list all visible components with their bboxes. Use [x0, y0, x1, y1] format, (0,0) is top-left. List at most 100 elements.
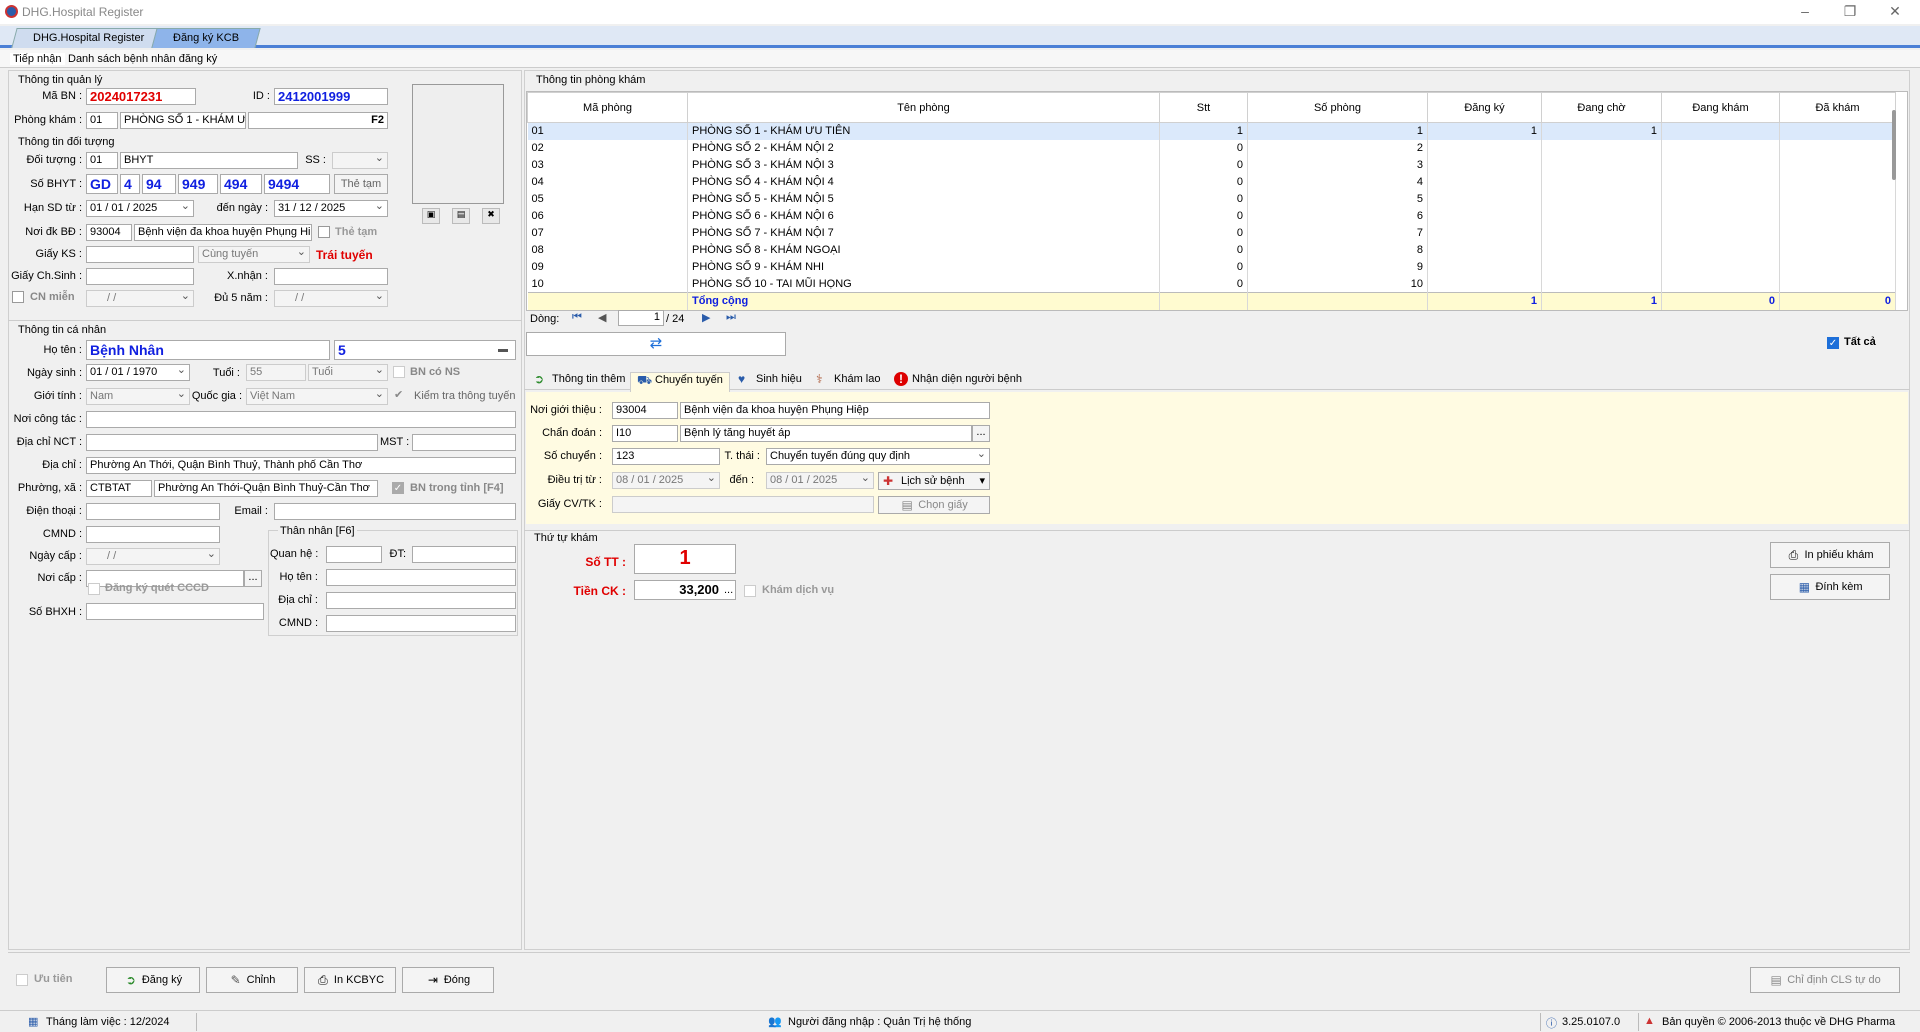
bn-co-ns-checkbox[interactable] [393, 366, 405, 378]
dinh-kem-button[interactable]: ▦ Đính kèm [1770, 574, 1890, 600]
dong-button[interactable]: ⇥ Đóng [402, 967, 494, 993]
dang-ky-button[interactable]: ➲ Đăng ký [106, 967, 200, 993]
delete-image-icon[interactable]: ✖ [482, 208, 500, 224]
noi-gt-code[interactable]: 93004 [612, 402, 678, 419]
tthai-select[interactable]: Chuyển tuyến đúng quy định [766, 448, 990, 465]
tab-danh-sach[interactable]: Danh sách bệnh nhân đăng ký [68, 53, 217, 65]
han-from-date[interactable]: 01 / 01 / 2025 [86, 200, 194, 217]
table-row[interactable]: 06 PHÒNG SỐ 6 - KHÁM NỘI 606 [527, 207, 1896, 225]
bhyt-part-5[interactable]: 494 [220, 174, 262, 194]
tab-nhan-dien[interactable]: ! Nhận diện người bệnh [894, 372, 1022, 392]
mst-field[interactable] [412, 434, 516, 451]
tab-hospital-register[interactable]: DHG.Hospital Register [11, 28, 166, 48]
giay-ks-field[interactable] [86, 246, 194, 263]
phong-search-field[interactable]: F2 [248, 112, 388, 129]
cmnd-field[interactable] [86, 526, 220, 543]
grid-header-3[interactable]: Số phòng [1247, 92, 1428, 123]
table-row[interactable]: 02 PHÒNG SỐ 2 - KHÁM NỘI 202 [527, 139, 1896, 157]
keyboard-icon[interactable]: ▬ [498, 344, 512, 356]
giay-chsinh-field[interactable] [86, 268, 194, 285]
tn-cmnd-field[interactable] [326, 615, 516, 632]
phuong-code-field[interactable]: CTBTAT [86, 480, 152, 497]
tab-thong-tin-them[interactable]: ➲ Thông tin thêm [534, 372, 625, 392]
so-bhxh-field[interactable] [86, 603, 264, 620]
grid-header-0[interactable]: Mã phòng [527, 92, 688, 123]
tien-ck-field[interactable]: 33,200 [634, 580, 736, 600]
han-to-date[interactable]: 31 / 12 / 2025 [274, 200, 388, 217]
tab-sinh-hieu[interactable]: ♥ Sinh hiệu [738, 372, 802, 392]
ss-select[interactable] [332, 152, 388, 169]
noi-dk-name[interactable]: Bệnh viện đa khoa huyện Phụng Hiệ [134, 224, 312, 241]
id-field[interactable]: 2412001999 [274, 88, 388, 105]
table-row[interactable]: 10 PHÒNG SỐ 10 - TAI MŨI HỌNG 0 10 [527, 275, 1896, 293]
table-row[interactable]: 07 PHÒNG SỐ 7 - KHÁM NỘI 707 [527, 224, 1896, 242]
tn-dt-field[interactable] [412, 546, 516, 563]
tuyen-select[interactable]: Cùng tuyến [198, 246, 310, 263]
cn-mien-checkbox[interactable] [12, 291, 24, 303]
uu-tien-checkbox[interactable] [16, 974, 28, 986]
tat-ca-checkbox[interactable]: ✓ [1827, 337, 1839, 349]
lich-su-dropdown-icon[interactable]: ▾ [979, 473, 985, 489]
table-row[interactable]: 05 PHÒNG SỐ 5 - KHÁM NỘI 505 [527, 190, 1896, 208]
bhyt-part-6[interactable]: 9494 [264, 174, 330, 194]
the-tam-checkbox[interactable] [318, 226, 330, 238]
chan-doan-name[interactable]: Bệnh lý tăng huyết áp [680, 425, 972, 442]
close-button[interactable]: ✕ [1875, 2, 1915, 22]
grid-header-4[interactable]: Đăng ký [1427, 92, 1542, 123]
in-phieu-button[interactable]: ⎙ In phiếu khám [1770, 542, 1890, 568]
gioi-tinh-select[interactable]: Nam [86, 388, 190, 405]
phuong-name-field[interactable]: Phường An Thới-Quận Bình Thuỷ-Cần Thơ [154, 480, 378, 497]
dt-name-field[interactable]: BHYT [120, 152, 298, 169]
last-page-icon[interactable]: ⏭ [726, 311, 736, 324]
giay-cv-field[interactable] [612, 496, 874, 513]
table-row[interactable]: 04 PHÒNG SỐ 4 - KHÁM NỘI 404 [527, 173, 1896, 191]
dia-chi-nct-field[interactable] [86, 434, 378, 451]
noi-dk-code[interactable]: 93004 [86, 224, 132, 241]
grid-header-5[interactable]: Đang chờ [1541, 92, 1662, 123]
noi-gt-name[interactable]: Bệnh viện đa khoa huyện Phụng Hiệp [680, 402, 990, 419]
kham-dv-checkbox[interactable] [744, 585, 756, 597]
table-row[interactable]: 01 PHÒNG SỐ 1 - KHÁM ƯU TIÊN 1 1 1 1 [527, 122, 1896, 140]
camera-icon[interactable]: ▣ [422, 208, 440, 224]
table-row[interactable]: 03 PHÒNG SỐ 3 - KHÁM NỘI 303 [527, 156, 1896, 174]
phong-name-field[interactable]: PHÒNG SỐ 1 - KHÁM ƯU [120, 112, 246, 129]
chinh-button[interactable]: ✎ Chỉnh [206, 967, 298, 993]
dt-code-field[interactable]: 01 [86, 152, 118, 169]
chon-giay-button[interactable]: ▤ Chọn giấy [878, 496, 990, 514]
browse-image-icon[interactable]: ▤ [452, 208, 470, 224]
bhyt-part-4[interactable]: 949 [178, 174, 218, 194]
phong-code-field[interactable]: 01 [86, 112, 118, 129]
first-page-icon[interactable]: ⏮ [572, 311, 582, 324]
next-page-icon[interactable]: ▶ [702, 311, 710, 324]
du5nam-date[interactable]: / / [274, 290, 388, 307]
prev-page-icon[interactable]: ◀ [598, 311, 606, 324]
so-chuyen-field[interactable]: 123 [612, 448, 720, 465]
noi-cong-tac-field[interactable] [86, 411, 516, 428]
xnhan-field[interactable] [274, 268, 388, 285]
maximize-button[interactable]: ❐ [1830, 2, 1870, 22]
bhyt-part-1[interactable]: GD [86, 174, 118, 194]
table-row[interactable]: 09 PHÒNG SỐ 9 - KHÁM NHI 0 9 [527, 258, 1896, 276]
table-row[interactable]: 08 PHÒNG SỐ 8 - KHÁM NGOẠI 0 8 [527, 241, 1896, 259]
ngay-cap-date[interactable]: / / [86, 548, 220, 565]
grid-header-6[interactable]: Đang khám [1661, 92, 1780, 123]
tn-ho-ten-field[interactable] [326, 569, 516, 586]
chan-doan-code[interactable]: I10 [612, 425, 678, 442]
in-kcbyc-button[interactable]: ⎙ In KCBYC [304, 967, 396, 993]
chan-doan-browse-button[interactable]: ... [972, 425, 990, 442]
patient-photo[interactable] [412, 84, 504, 204]
ho-ten-extra-field[interactable]: 5 [334, 340, 516, 360]
dk-cccd-checkbox[interactable] [88, 583, 100, 595]
grid-header-1[interactable]: Tên phòng [687, 92, 1160, 123]
cn-mien-date[interactable]: / / [86, 290, 194, 307]
grid-scrollbar[interactable] [1892, 110, 1896, 180]
dieu-tri-to[interactable]: 08 / 01 / 2025 [766, 472, 874, 489]
email-field[interactable] [274, 503, 516, 520]
ma-bn-field[interactable]: 2024017231 [86, 88, 196, 105]
ho-ten-field[interactable]: Bệnh Nhân [86, 340, 330, 360]
refresh-button[interactable]: ⇄ [526, 332, 786, 356]
tab-tiep-nhan[interactable]: Tiếp nhận [10, 53, 65, 65]
bhyt-part-3[interactable]: 94 [142, 174, 176, 194]
tab-chuyen-tuyen[interactable]: ⛟ Chuyển tuyến [630, 372, 730, 392]
quoc-gia-select[interactable]: Việt Nam [246, 388, 388, 405]
